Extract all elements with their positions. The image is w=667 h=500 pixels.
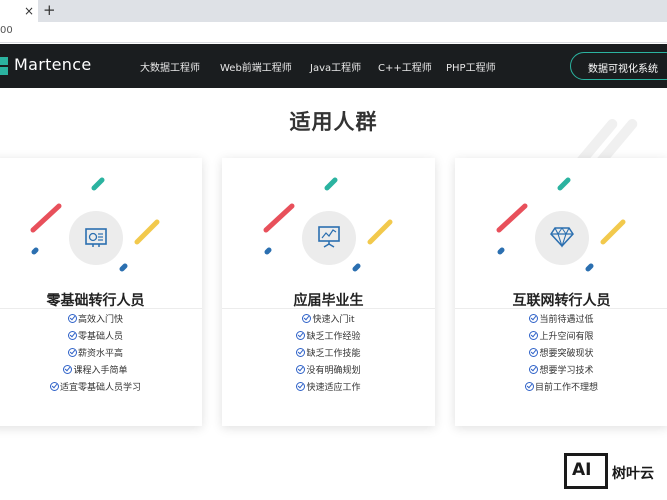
list-item: 快速入门it [222, 312, 435, 329]
list-item-text: 高效入门快 [77, 315, 123, 325]
list-item: 快速适应工作 [222, 380, 435, 397]
list-item-text: 想要学习技术 [539, 366, 594, 376]
data-visualization-button[interactable]: 数据可视化系统 [570, 52, 667, 80]
close-tab-icon[interactable]: × [24, 3, 34, 19]
card-divider [222, 308, 435, 309]
check-circle-icon [529, 331, 539, 340]
list-item: 目前工作不理想 [455, 380, 667, 397]
list-item: 高效入门快 [0, 312, 202, 329]
list-item-text: 缺乏工作经验 [306, 332, 361, 342]
check-circle-icon [49, 382, 59, 391]
card-title: 应届毕业生 [293, 293, 364, 309]
list-item: 缺乏工作经验 [222, 329, 435, 346]
browser-tab[interactable]: × [0, 0, 38, 22]
check-circle-icon [529, 314, 539, 323]
list-item-text: 快速入门it [312, 315, 355, 325]
list-item-text: 零基础人员 [77, 332, 123, 342]
list-item-text: 快速适应工作 [306, 383, 361, 393]
list-item: 上升空间有限 [455, 329, 667, 346]
list-item-text: 没有明确规划 [306, 366, 361, 376]
watermark-logo-text: AI [572, 460, 592, 480]
list-item-text: 缺乏工作技能 [306, 349, 361, 359]
check-circle-icon [302, 314, 312, 323]
nav-item-java[interactable]: Java工程师 [310, 59, 361, 74]
nav-item-cpp[interactable]: C++工程师 [378, 59, 432, 74]
audience-card-internet-changers: 互联网转行人员 当前待遇过低 上升空间有限 想要突破现状 想要学习技术 目前工作… [455, 158, 667, 426]
check-circle-icon [296, 331, 306, 340]
card-feature-list: 当前待遇过低 上升空间有限 想要突破现状 想要学习技术 目前工作不理想 [455, 312, 667, 397]
list-item: 课程入手简单 [0, 363, 202, 380]
list-item: 当前待遇过低 [455, 312, 667, 329]
card-feature-list: 高效入门快 零基础人员 薪资水平高 课程入手简单 适宜零基础人员学习 [0, 312, 202, 397]
card-title: 零基础转行人员 [46, 293, 145, 309]
section-title: 适用人群 [289, 110, 378, 134]
nav-item-php[interactable]: PHP工程师 [446, 59, 496, 74]
nav-item-bigdata[interactable]: 大数据工程师 [140, 59, 200, 74]
logo-icon [0, 57, 8, 75]
check-circle-icon [529, 365, 539, 374]
check-circle-icon [529, 348, 539, 357]
list-item-text: 薪资水平高 [77, 349, 123, 359]
watermark: AI 树叶云 [564, 453, 667, 493]
list-item: 适宜零基础人员学习 [0, 380, 202, 397]
list-item-text: 当前待遇过低 [539, 315, 594, 325]
card-title: 互联网转行人员 [512, 293, 611, 309]
check-circle-icon [296, 365, 306, 374]
address-bar[interactable]: 00 [0, 22, 667, 43]
list-item-text: 适宜零基础人员学习 [59, 383, 141, 393]
card-feature-list: 快速入门it 缺乏工作经验 缺乏工作技能 没有明确规划 快速适应工作 [222, 312, 435, 397]
site-navbar: Martence 大数据工程师 Web前端工程师 Java工程师 C++工程师 … [0, 44, 667, 88]
new-tab-icon[interactable]: + [43, 1, 56, 19]
list-item-text: 上升空间有限 [539, 332, 594, 342]
check-circle-icon [296, 382, 306, 391]
check-circle-icon [67, 348, 77, 357]
data-visualization-label: 数据可视化系统 [588, 64, 658, 75]
nav-item-web-frontend[interactable]: Web前端工程师 [220, 59, 292, 74]
list-item: 没有明确规划 [222, 363, 435, 380]
watermark-text: 树叶云 [612, 466, 654, 482]
address-text: 00 [0, 25, 13, 36]
diamond-icon [550, 227, 574, 248]
list-item-text: 目前工作不理想 [534, 383, 598, 393]
list-item: 想要学习技术 [455, 363, 667, 380]
list-item: 想要突破现状 [455, 346, 667, 363]
browser-tab-strip: × + [0, 0, 667, 22]
list-item: 薪资水平高 [0, 346, 202, 363]
card-divider [455, 308, 667, 309]
card-divider [0, 308, 202, 309]
audience-card-career-changers: 零基础转行人员 高效入门快 零基础人员 薪资水平高 课程入手简单 适宜零基础人员… [0, 158, 202, 426]
list-item: 缺乏工作技能 [222, 346, 435, 363]
audience-card-graduates: 应届毕业生 快速入门it 缺乏工作经验 缺乏工作技能 没有明确规划 快速适应工作 [222, 158, 435, 426]
check-circle-icon [67, 331, 77, 340]
list-item-text: 课程入手简单 [73, 366, 128, 376]
check-circle-icon [63, 365, 73, 374]
list-item-text: 想要突破现状 [539, 349, 594, 359]
presentation-board-icon [318, 226, 340, 248]
monitor-chart-icon [85, 228, 107, 247]
list-item: 零基础人员 [0, 329, 202, 346]
watermark-logo: AI [564, 453, 608, 489]
site-logo-text[interactable]: Martence [14, 55, 92, 74]
check-circle-icon [296, 348, 306, 357]
check-circle-icon [67, 314, 77, 323]
check-circle-icon [524, 382, 534, 391]
